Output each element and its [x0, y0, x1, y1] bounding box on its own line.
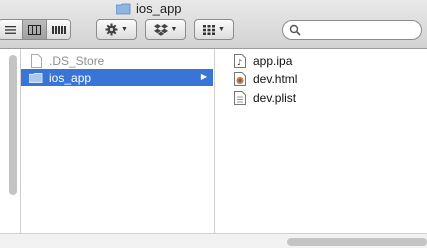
- chevron-down-icon: ▼: [218, 26, 225, 33]
- list-view-button[interactable]: [0, 20, 23, 39]
- list-item-label: .DS_Store: [49, 53, 105, 68]
- search-field[interactable]: [282, 20, 422, 40]
- action-menu-button[interactable]: ▼: [96, 19, 137, 40]
- list-view-icon: [5, 25, 16, 34]
- svg-text:♪: ♪: [237, 58, 242, 67]
- dropbox-icon: [153, 24, 168, 36]
- gear-icon: [105, 23, 118, 36]
- list-item-label: dev.html: [253, 72, 298, 86]
- dropbox-share-button[interactable]: ▼: [145, 19, 186, 40]
- plist-file-icon: [233, 90, 247, 106]
- horizontal-scrollbar-thumb[interactable]: [287, 238, 427, 246]
- arrange-menu-button[interactable]: ▼: [194, 19, 234, 40]
- folder-icon: [29, 71, 43, 85]
- chevron-down-icon: ▼: [121, 26, 128, 33]
- folder-icon: [116, 3, 131, 14]
- coverflow-view-icon: [51, 25, 66, 34]
- window-title: ios_app: [116, 1, 182, 16]
- column-contents[interactable]: ♪ app.ipa dev.html dev.plist: [215, 49, 427, 233]
- list-item[interactable]: .DS_Store: [21, 52, 213, 69]
- coverflow-view-button[interactable]: [47, 20, 70, 39]
- column-parent[interactable]: .DS_Store ios_app ▶: [21, 49, 215, 233]
- list-item[interactable]: ♪ app.ipa: [233, 52, 292, 70]
- view-mode-segmented-control[interactable]: [0, 19, 71, 40]
- list-item-label: ios_app: [49, 70, 92, 85]
- list-item-label: app.ipa: [253, 54, 293, 68]
- column-view-button[interactable]: [23, 20, 47, 39]
- chevron-down-icon: ▼: [170, 26, 178, 33]
- list-item[interactable]: dev.html: [233, 70, 297, 88]
- search-icon: [289, 24, 301, 36]
- html-file-icon: [233, 71, 247, 87]
- vertical-scrollbar[interactable]: [9, 55, 17, 195]
- disclosure-arrow-icon: ▶: [200, 72, 207, 81]
- list-item-label: dev.plist: [253, 91, 297, 105]
- list-item-selected[interactable]: ios_app ▶: [21, 69, 213, 86]
- package-file-icon: ♪: [233, 53, 247, 69]
- list-item[interactable]: dev.plist: [233, 89, 296, 107]
- file-icon: [29, 53, 43, 68]
- toolbar: ios_app ▼ ▼ ▼: [0, 0, 427, 49]
- window-title-text: ios_app: [136, 1, 182, 16]
- column-view-icon: [28, 24, 41, 35]
- grid-icon: [203, 24, 216, 35]
